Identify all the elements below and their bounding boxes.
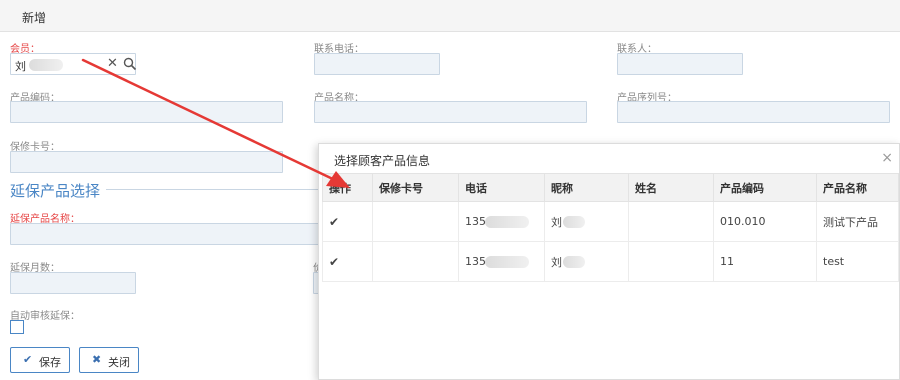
cell-code: 11 [713, 241, 817, 282]
ext-months-field[interactable] [10, 272, 136, 294]
phone-field[interactable] [314, 53, 440, 75]
auto-review-checkbox[interactable] [10, 320, 24, 334]
redacted-text [485, 216, 529, 228]
col-header-product[interactable]: 产品名称 [816, 173, 899, 202]
modal-title: 选择顾客产品信息 [334, 154, 431, 168]
product-name-field[interactable] [314, 101, 587, 123]
cell-nickname-text: 刘 [551, 215, 562, 229]
cell-phone-text: 135 [465, 255, 486, 268]
save-button[interactable]: ✔ 保存 [10, 347, 70, 373]
contact-field[interactable] [617, 53, 743, 75]
redacted-text [563, 216, 585, 228]
dialog-title: 新增 [22, 11, 47, 25]
close-button[interactable]: ✖ 关闭 [79, 347, 139, 373]
close-icon: ✖ [92, 353, 102, 366]
product-table: 操作 保修卡号 电话 昵称 姓名 产品编码 产品名称 ✔ 135 刘 010.0… [322, 173, 899, 282]
member-value: 刘 [15, 60, 26, 73]
redacted-text [29, 59, 63, 71]
redacted-text [485, 256, 529, 268]
product-code-field[interactable] [10, 101, 283, 123]
cell-product: 测试下产品 [816, 201, 899, 242]
col-header-name[interactable]: 姓名 [628, 173, 714, 202]
warranty-card-field[interactable] [10, 151, 283, 173]
cell-code: 010.010 [713, 201, 817, 242]
cell-nickname: 刘 [544, 241, 629, 282]
table-header-row: 操作 保修卡号 电话 昵称 姓名 产品编码 产品名称 [322, 173, 899, 202]
cell-warranty [372, 201, 459, 242]
clear-icon[interactable]: ✕ [107, 56, 118, 71]
col-header-warranty[interactable]: 保修卡号 [372, 173, 459, 202]
col-header-code[interactable]: 产品编码 [713, 173, 817, 202]
ext-product-name-field[interactable] [10, 223, 320, 245]
table-row[interactable]: ✔ 135 刘 11 test [322, 241, 899, 282]
table-row[interactable]: ✔ 135 刘 010.010 测试下产品 [322, 201, 899, 242]
cell-name [628, 201, 714, 242]
select-check-icon[interactable]: ✔ [329, 255, 339, 269]
cell-nickname-text: 刘 [551, 255, 562, 269]
redacted-text [563, 256, 585, 268]
section-divider [106, 189, 320, 190]
section-title: 延保产品选择 [10, 182, 101, 200]
select-product-modal: 选择顾客产品信息 × 操作 保修卡号 电话 昵称 姓名 产品编码 产品名称 ✔ … [318, 143, 900, 380]
cell-phone-text: 135 [465, 215, 486, 228]
cell-name [628, 241, 714, 282]
cell-product: test [816, 241, 899, 282]
col-header-phone[interactable]: 电话 [458, 173, 545, 202]
close-button-label: 关闭 [108, 356, 130, 369]
modal-close-icon[interactable]: × [881, 150, 893, 166]
select-check-icon[interactable]: ✔ [329, 215, 339, 229]
cell-phone: 135 [458, 201, 545, 242]
search-icon[interactable] [123, 57, 137, 71]
cell-nickname: 刘 [544, 201, 629, 242]
col-header-nickname[interactable]: 昵称 [544, 173, 629, 202]
cell-warranty [372, 241, 459, 282]
dialog-header: 新增 [0, 0, 900, 32]
cell-phone: 135 [458, 241, 545, 282]
save-button-label: 保存 [39, 356, 61, 369]
col-header-action[interactable]: 操作 [322, 173, 373, 202]
check-icon: ✔ [23, 353, 33, 366]
product-serial-field[interactable] [617, 101, 890, 123]
member-field[interactable]: 刘 ✕ [10, 53, 137, 75]
